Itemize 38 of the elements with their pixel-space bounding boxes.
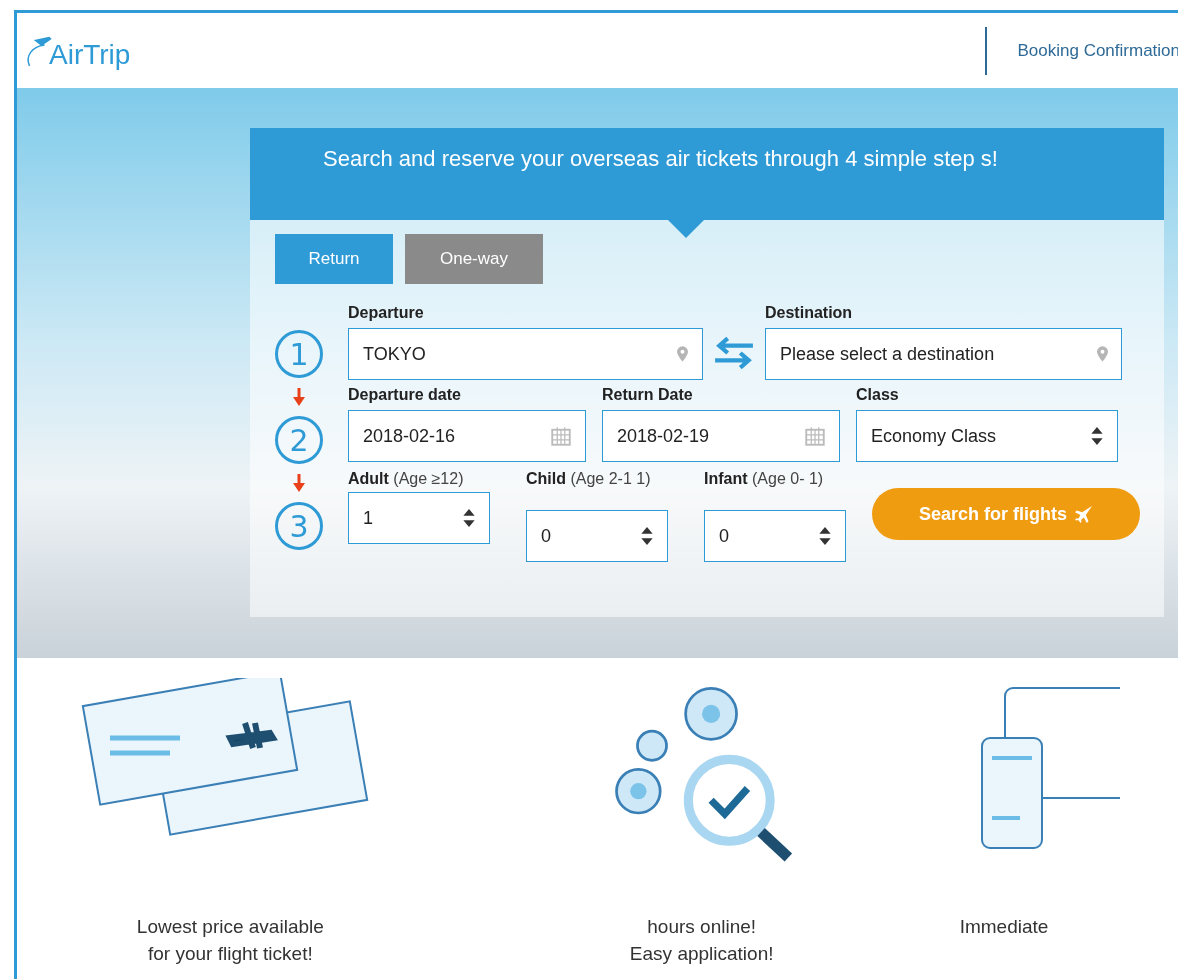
field-label: Adult (Age ≥12) bbox=[348, 469, 465, 489]
airplane-icon bbox=[1075, 505, 1093, 523]
step-number-circle: 2 bbox=[275, 416, 323, 464]
location-pin-icon bbox=[677, 346, 688, 362]
step-number-circle: 3 bbox=[275, 502, 323, 550]
field-label: Return Date bbox=[602, 386, 694, 405]
passenger-count-select[interactable]: 0 bbox=[704, 510, 846, 562]
destination-field[interactable]: Please select a destination bbox=[765, 328, 1122, 380]
location-pin-icon bbox=[1097, 346, 1108, 362]
passenger-count-select[interactable]: 1 bbox=[348, 492, 490, 544]
down-arrow-icon bbox=[293, 388, 305, 406]
date-field[interactable]: 2018-02-19 bbox=[602, 410, 840, 462]
booking-confirmation-link[interactable]: Booking Confirmation bbox=[1017, 40, 1178, 61]
departure-field[interactable]: TOKYO bbox=[348, 328, 703, 380]
step-number-circle: 1 bbox=[275, 330, 323, 378]
feature-caption: hours online! bbox=[647, 915, 757, 939]
calendar-icon bbox=[551, 426, 571, 446]
field-label: Destination bbox=[765, 304, 854, 323]
passenger-count-select[interactable]: 0 bbox=[526, 510, 668, 562]
up-down-caret-icon bbox=[641, 527, 653, 545]
field-label: Departure date bbox=[348, 386, 462, 405]
class-select[interactable]: Economy Class bbox=[856, 410, 1118, 462]
field-label: Class bbox=[856, 386, 900, 405]
calendar-icon bbox=[805, 426, 825, 446]
down-arrow-icon bbox=[293, 474, 305, 492]
field-label: Child (Age 2-1 1) bbox=[526, 469, 652, 489]
feature-caption: for your flight ticket! bbox=[147, 942, 313, 966]
up-down-caret-icon bbox=[819, 527, 831, 545]
field-label: Infant (Age 0- 1) bbox=[704, 469, 825, 489]
swap-arrows-icon[interactable] bbox=[713, 336, 755, 370]
up-down-caret-icon bbox=[1091, 427, 1103, 445]
feature-caption: Easy application! bbox=[629, 942, 774, 966]
card-heading: Search and reserve your overseas air tickets through 4 simple step s! bbox=[323, 146, 999, 171]
feature-caption: Immediate bbox=[959, 915, 1049, 939]
field-label: Departure bbox=[348, 304, 425, 323]
date-field[interactable]: 2018-02-16 bbox=[348, 410, 586, 462]
up-down-caret-icon bbox=[463, 509, 475, 527]
feature-caption: Lowest price available bbox=[136, 915, 324, 939]
